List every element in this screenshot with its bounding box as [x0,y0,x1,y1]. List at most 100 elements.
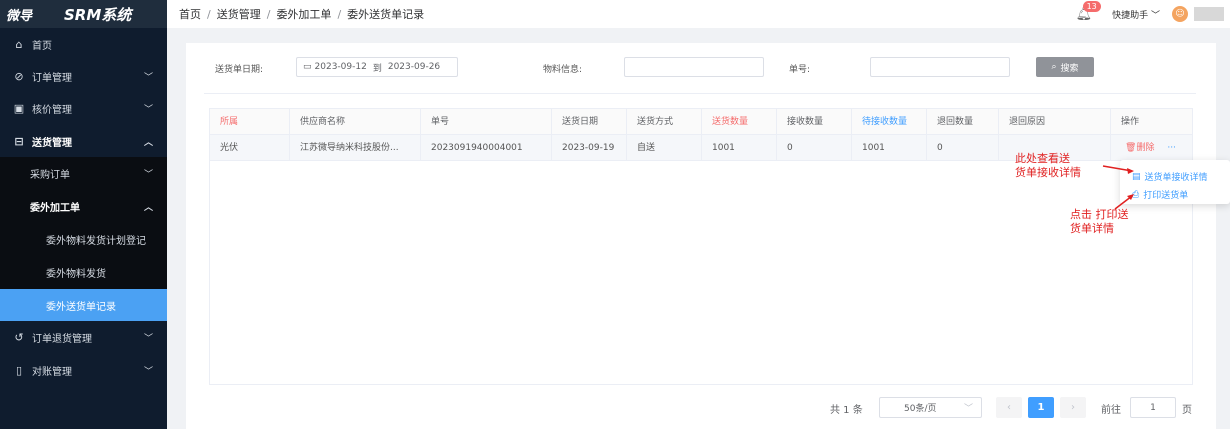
notification-bell-icon[interactable]: 🔔︎ 13 [1076,0,1101,22]
cell-date: 2023-09-19 [552,135,627,161]
main-content: 送货单日期: ▭ 2023-09-12 到 2023-09-26 物料信息: 单… [186,43,1216,429]
printer-icon: ⎙ [1132,189,1140,200]
quick-helper-menu[interactable]: 快捷助手 ﹀ [1112,8,1160,21]
header-actions: 🔔︎ 13 快捷助手 ﹀ ☺ [1076,0,1230,28]
breadcrumb-item[interactable]: 委外加工单 [276,6,331,22]
sidebar-item-outsource-orders[interactable]: 委外加工单 ︿ [0,190,167,222]
chevron-down-icon: ﹀ [143,104,153,115]
calculator-icon: ▣ [13,101,25,115]
column-header: 操作 [1121,117,1140,127]
page-unit-label: 页 [1182,405,1192,416]
sidebar-item-label: 订单管理 [32,72,72,84]
sidebar-item-label: 委外物料发货 [46,268,106,280]
sidebar-item-outsource-plan[interactable]: 委外物料发货计划登记 [0,223,167,255]
prev-page-button[interactable]: ‹ [996,397,1022,418]
column-header: 退回原因 [999,109,1111,135]
sidebar-item-label: 委外送货单记录 [46,301,116,313]
date-separator: 到 [372,63,382,74]
brand-logo: 微导 [6,8,33,24]
actions-dropdown: ▤ 送货单接收详情 ⎙ 打印送货单 [1120,160,1230,204]
print-delivery-note-item[interactable]: ⎙ 打印送货单 [1132,188,1188,202]
delivery-table: 所属 供应商名称 单号 送货日期 送货方式 送货数量 接收数量 待接收数量 退回… [209,108,1193,385]
column-header: 供应商名称 [290,109,421,135]
truck-icon: ⊟ [14,134,24,148]
view-receipt-details-item[interactable]: ▤ 送货单接收详情 [1132,170,1208,184]
number-input[interactable] [870,57,1010,77]
date-filter-label: 送货单日期: [215,65,264,75]
column-header: 接收数量 [777,109,852,135]
sidebar-item-orders[interactable]: ⊘ 订单管理 ﹀ [0,60,167,92]
notification-badge: 13 [1082,0,1101,12]
cell-qty-returned: 0 [927,135,999,161]
ledger-icon: ▯ [15,363,23,377]
material-filter-label: 物料信息: [543,65,583,75]
cell-actions: 🗑︎删除 ··· [1111,135,1192,161]
chevron-down-icon: ﹀ [143,333,153,344]
breadcrumb-separator: / [266,7,271,21]
column-header: 送货数量 [702,109,777,135]
document-icon: ▤ [1132,171,1141,182]
user-name-redacted [1194,7,1224,21]
check-circle-icon: ⊘ [14,69,24,83]
breadcrumb-item[interactable]: 送货管理 [217,6,261,22]
more-actions-button[interactable]: ··· [1167,143,1176,153]
chevron-up-icon: ︿ [143,202,153,213]
sidebar-item-pricing[interactable]: ▣ 核价管理 ﹀ [0,92,167,124]
system-title: SRM系统 [64,5,132,24]
sidebar-item-returns[interactable]: ↺ 订单退货管理 ﹀ [0,321,167,353]
chevron-down-icon: ﹀ [963,404,973,414]
sidebar-item-purchase-orders[interactable]: 采购订单 ﹀ [0,157,167,189]
sidebar-item-label: 对账管理 [32,366,72,378]
breadcrumb-item[interactable]: 首页 [179,6,201,22]
pagination: 共 1 条 50条/页 ﹀ ‹ 1 › 前往 1 页 [0,397,1230,419]
calendar-icon: ▭ [303,62,312,72]
search-button[interactable]: ⌕ 搜索 [1036,57,1094,77]
page-size-select[interactable]: 50条/页 ﹀ [879,397,982,418]
cell-number: 2023091940004001 [421,135,552,161]
breadcrumb: 首页 / 送货管理 / 委外加工单 / 委外送货单记录 [179,6,424,22]
sidebar-item-outsource-delivery-records[interactable]: 委外送货单记录 [0,289,167,321]
next-page-button[interactable]: › [1060,397,1086,418]
sidebar-item-delivery[interactable]: ⊟ 送货管理 ︿ [0,125,167,157]
sidebar-item-label: 首页 [32,40,52,52]
goto-page-input[interactable]: 1 [1130,397,1176,418]
chevron-down-icon: ﹀ [143,366,153,377]
filter-bar: 送货单日期: ▭ 2023-09-12 到 2023-09-26 物料信息: 单… [186,57,1216,77]
number-filter-label: 单号: [789,65,811,75]
table-header: 所属 供应商名称 单号 送货日期 送货方式 送货数量 接收数量 待接收数量 退回… [210,109,1192,135]
date-start: 2023-09-12 [314,62,367,72]
delete-button[interactable]: 🗑︎删除 [1125,143,1154,153]
sidebar-item-label: 委外物料发货计划登记 [46,235,146,247]
trash-icon: 🗑︎ [1125,143,1137,153]
sidebar-item-label: 送货管理 [32,137,72,149]
sidebar-item-home[interactable]: ⌂ 首页 [0,28,167,60]
annotation-print: 点击 打印送 货单详情 [1070,208,1129,235]
sidebar-item-label: 采购订单 [30,169,70,181]
sidebar-item-label: 核价管理 [32,104,72,116]
avatar[interactable]: ☺ [1172,6,1188,22]
column-header: 送货日期 [552,109,627,135]
breadcrumb-item: 委外送货单记录 [347,8,425,21]
sidebar-item-reconciliation[interactable]: ▯ 对账管理 ﹀ [0,354,167,386]
page-number-current[interactable]: 1 [1028,397,1054,418]
cell-method: 自送 [627,135,702,161]
annotation-receipt-details: 此处查看送 货单接收详情 [1015,152,1081,179]
column-header: 送货方式 [627,109,702,135]
material-input[interactable] [624,57,764,77]
column-header: 单号 [421,109,552,135]
cell-supplier: 江苏微导纳米科技股份... [290,135,421,161]
cell-qty-pending: 1001 [852,135,927,161]
sidebar-item-label: 订单退货管理 [32,333,92,345]
divider [204,93,1196,94]
home-icon: ⌂ [15,37,23,51]
column-header: 待接收数量 [852,109,927,135]
sidebar-item-outsource-shipment[interactable]: 委外物料发货 [0,256,167,288]
brand: 微导 SRM系统 [0,0,167,28]
goto-label: 前往 [1101,405,1121,416]
date-range-picker[interactable]: ▭ 2023-09-12 到 2023-09-26 [296,57,458,77]
top-bar: 首页 / 送货管理 / 委外加工单 / 委外送货单记录 🔔︎ 13 快捷助手 ﹀… [167,0,1230,28]
cell-belong: 光伏 [210,135,290,161]
cell-qty-received: 0 [777,135,852,161]
chevron-down-icon: ﹀ [143,72,153,83]
cell-qty-sent: 1001 [702,135,777,161]
